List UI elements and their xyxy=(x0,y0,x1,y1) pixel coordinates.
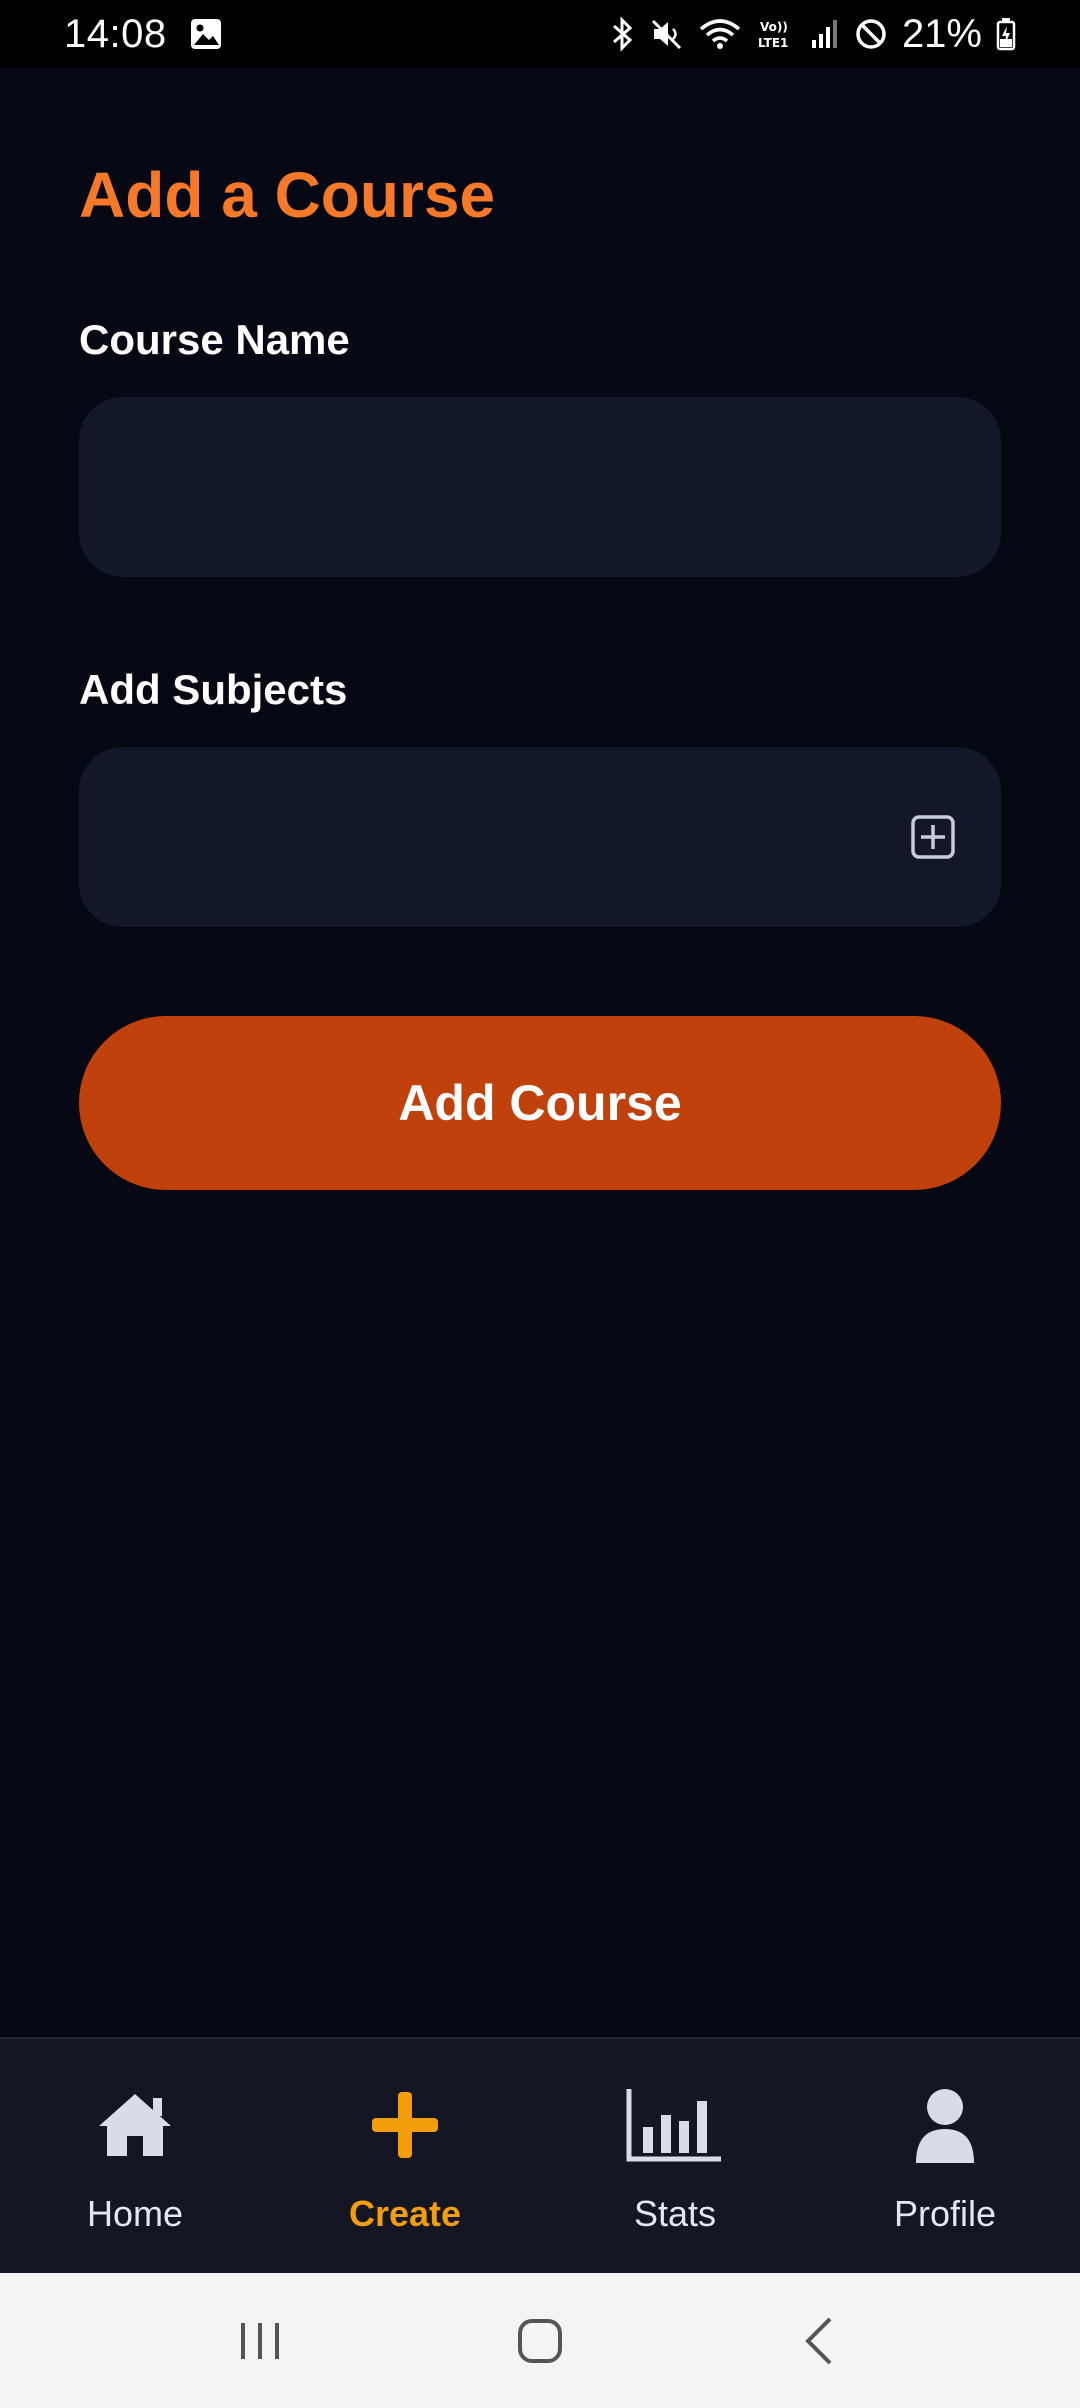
home-square-icon xyxy=(518,2318,562,2363)
status-time: 14:08 xyxy=(64,11,167,56)
back-chevron-icon xyxy=(805,2317,832,2364)
page-title: Add a Course xyxy=(79,159,496,231)
volte-lte-icon: Vo)) LTE1 xyxy=(756,17,796,51)
wifi-icon xyxy=(698,17,742,51)
add-subject-button[interactable] xyxy=(907,811,959,863)
add-subjects-input[interactable] xyxy=(119,814,891,860)
bluetooth-icon xyxy=(610,16,636,52)
nav-label-create: Create xyxy=(348,2193,462,2234)
add-subjects-field-container[interactable] xyxy=(79,747,1001,927)
do-not-disturb-icon xyxy=(854,17,888,51)
add-course-button[interactable]: Add Course xyxy=(79,1016,1001,1190)
recent-apps-button[interactable] xyxy=(200,2296,320,2386)
battery-charging-icon xyxy=(996,17,1016,51)
svg-text:LTE1: LTE1 xyxy=(758,36,788,50)
nav-label-stats: Stats xyxy=(633,2193,717,2234)
status-bar: 14:08 Vo)) LTE1 21% xyxy=(0,0,1080,68)
add-subjects-label: Add Subjects xyxy=(79,666,348,713)
bar-chart-icon xyxy=(625,2085,725,2165)
bottom-nav: Home Create Stats Profile xyxy=(0,2037,1080,2273)
plus-square-icon xyxy=(911,815,955,859)
system-nav-bar xyxy=(0,2273,1080,2408)
screen: 14:08 Vo)) LTE1 21% Add a Course Course … xyxy=(0,0,1080,2408)
person-icon xyxy=(895,2085,995,2165)
plus-icon xyxy=(355,2085,455,2165)
nav-item-home[interactable]: Home xyxy=(0,2039,270,2273)
mute-icon xyxy=(650,17,684,51)
battery-percent: 21% xyxy=(901,11,982,56)
nav-item-stats[interactable]: Stats xyxy=(540,2039,810,2273)
signal-icon xyxy=(810,18,840,50)
back-button[interactable] xyxy=(760,2296,880,2386)
recent-apps-icon xyxy=(241,2322,279,2359)
course-name-label: Course Name xyxy=(79,316,350,363)
course-name-input[interactable] xyxy=(119,464,961,510)
nav-label-profile: Profile xyxy=(893,2193,997,2234)
nav-item-create[interactable]: Create xyxy=(270,2039,540,2273)
nav-label-home: Home xyxy=(86,2193,184,2234)
home-system-button[interactable] xyxy=(480,2296,600,2386)
nav-item-profile[interactable]: Profile xyxy=(810,2039,1080,2273)
home-icon xyxy=(85,2085,185,2165)
gallery-notification-icon xyxy=(189,17,223,51)
svg-text:Vo)): Vo)) xyxy=(760,20,788,34)
course-name-field-container[interactable] xyxy=(79,397,1001,577)
